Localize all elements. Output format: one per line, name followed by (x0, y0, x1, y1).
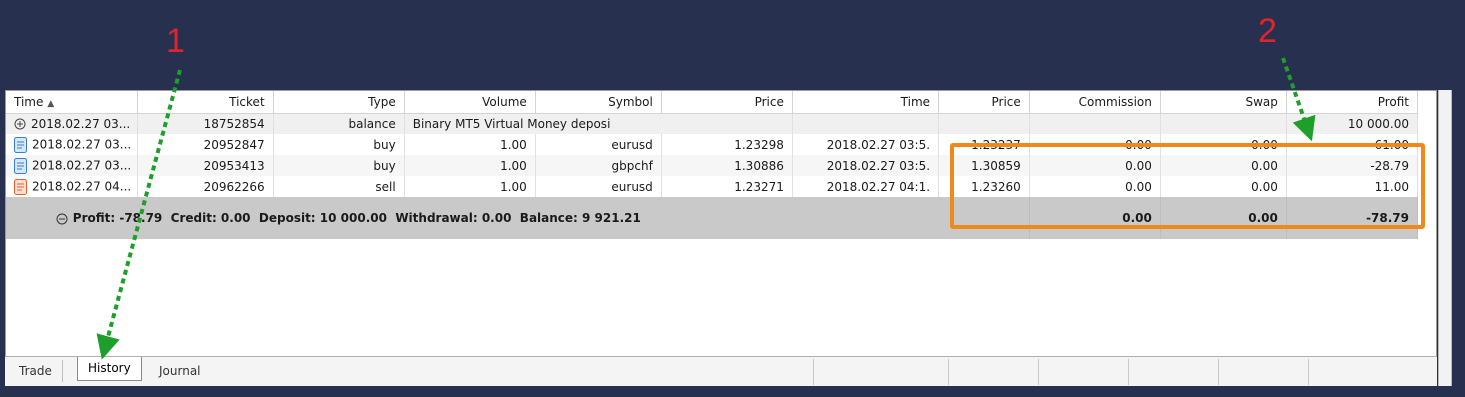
cell-time: 2018.02.27 03... (6, 155, 138, 176)
cell-ticket: 20953413 (137, 155, 274, 176)
column-header-volume[interactable]: Volume (404, 91, 536, 114)
cell-time-close: 2018.02.27 03:5. (792, 155, 940, 176)
column-header-price-close[interactable]: Price (938, 91, 1030, 114)
cell-time: 2018.02.27 03... (6, 134, 138, 155)
cell-volume: 1.00 (404, 155, 536, 176)
cell-time-close: 2018.02.27 03:5. (792, 134, 940, 155)
column-header-ticket[interactable]: Ticket (137, 91, 274, 114)
status-divider (948, 359, 949, 385)
cell-type: buy (273, 155, 405, 176)
sort-ascending-icon: ▲ (47, 98, 55, 109)
status-divider (1308, 359, 1309, 385)
status-divider (1038, 359, 1039, 385)
summary-text: Profit: -78.79 Credit: 0.00 Deposit: 10 … (6, 197, 1030, 239)
cell-profit: 10 000.00 (1286, 113, 1419, 134)
vertical-scrollbar[interactable] (1438, 90, 1452, 386)
cell-price-open: 1.30886 (661, 155, 793, 176)
tab-history[interactable]: History (77, 357, 142, 381)
tab-journal[interactable]: Journal (149, 360, 211, 382)
cell-type: buy (273, 134, 405, 155)
status-divider (813, 359, 814, 385)
history-panel: Time ▲ Ticket Type Volume Symbol Price Ti… (5, 90, 1437, 386)
tab-trade[interactable]: Trade (9, 360, 63, 382)
cell-time: 2018.02.27 03... (6, 113, 138, 134)
orange-document-icon (14, 178, 27, 195)
status-divider (1218, 359, 1219, 385)
cell-ticket: 18752854 (137, 113, 274, 134)
cell-type: sell (273, 176, 405, 197)
cell-ticket: 20952847 (137, 134, 274, 155)
table-header-row: Time ▲ Ticket Type Volume Symbol Price Ti… (6, 91, 1419, 114)
cell-comment: Binary MT5 Virtual Money deposi (404, 113, 793, 134)
blue-document-icon (14, 157, 27, 174)
cell-ticket: 20962266 (137, 176, 274, 197)
cell-time-close: 2018.02.27 04:1. (792, 176, 940, 197)
cell-volume: 1.00 (404, 176, 536, 197)
status-divider (1128, 359, 1129, 385)
column-header-price[interactable]: Price (661, 91, 793, 114)
column-header-commission[interactable]: Commission (1029, 91, 1161, 114)
column-header-symbol[interactable]: Symbol (535, 91, 662, 114)
column-header-profit[interactable]: Profit (1286, 91, 1419, 114)
circle-minus-icon[interactable] (56, 213, 68, 225)
tab-bar: Trade History Journal (5, 356, 1437, 386)
cell-price-open: 1.23271 (661, 176, 793, 197)
blue-document-icon (14, 136, 27, 153)
cell-symbol: gbpchf (535, 155, 662, 176)
highlight-box (950, 143, 1425, 229)
column-header-time[interactable]: Time ▲ (6, 91, 138, 114)
circle-plus-icon[interactable] (14, 118, 26, 130)
cell-volume: 1.00 (404, 134, 536, 155)
cell-symbol: eurusd (535, 176, 662, 197)
cell-symbol: eurusd (535, 134, 662, 155)
annotation-number-2: 2 (1258, 12, 1277, 50)
column-header-time-close[interactable]: Time (792, 91, 940, 114)
cell-time: 2018.02.27 04... (6, 176, 138, 197)
column-header-type[interactable]: Type (273, 91, 405, 114)
cell-price-open: 1.23298 (661, 134, 793, 155)
cell-type: balance (273, 113, 405, 134)
annotation-number-1: 1 (166, 22, 185, 60)
column-header-swap[interactable]: Swap (1160, 91, 1287, 114)
table-row[interactable]: 2018.02.27 03... 18752854 balance Binary… (6, 113, 1419, 134)
